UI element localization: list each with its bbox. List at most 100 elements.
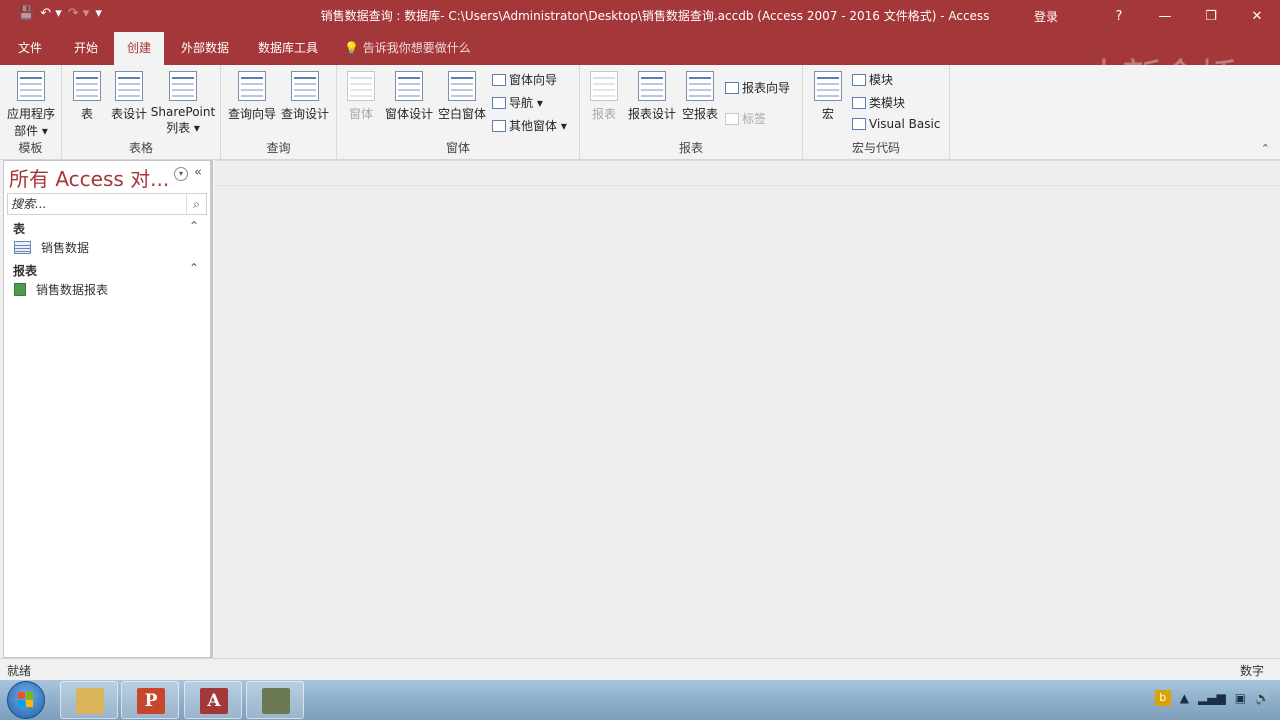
- app-icon: [262, 688, 290, 714]
- sharepoint-lists-button[interactable]: SharePoint 列表 ▾: [150, 71, 216, 136]
- table-button[interactable]: 表: [70, 71, 104, 122]
- system-tray: b ▲ ▂▄▆ ▣ 🔊: [1154, 690, 1270, 706]
- group-label-templates: 模板: [18, 141, 43, 155]
- taskbar-powerpoint[interactable]: P: [121, 681, 179, 719]
- more-forms-button[interactable]: 其他窗体 ▾: [492, 117, 567, 134]
- table-design-button[interactable]: 表设计: [108, 71, 150, 122]
- visual-basic-button[interactable]: Visual Basic: [852, 117, 940, 131]
- tab-home[interactable]: 开始: [61, 32, 111, 65]
- collapse-section-icon[interactable]: ⌃: [189, 261, 199, 275]
- status-bar: 就绪 数字: [0, 658, 1280, 680]
- taskbar: P A b ▲ ▂▄▆ ▣ 🔊: [0, 680, 1280, 720]
- tab-external-data[interactable]: 外部数据: [168, 32, 242, 65]
- group-templates: 应用程序 部件 ▾ 模板: [0, 65, 62, 160]
- navigation-icon: [492, 96, 506, 109]
- collapse-section-icon[interactable]: ⌃: [189, 219, 199, 233]
- device-icon[interactable]: ▣: [1235, 691, 1246, 705]
- nav-item-sales-data-report[interactable]: 销售数据报表: [14, 280, 108, 298]
- navigation-button[interactable]: 导航 ▾: [492, 94, 543, 111]
- help-button[interactable]: ?: [1096, 9, 1142, 24]
- document-workspace: [215, 160, 1280, 658]
- tray-app-icon[interactable]: b: [1154, 690, 1171, 706]
- group-queries: 查询向导 查询设计 查询: [221, 65, 337, 160]
- nav-search-input[interactable]: [8, 194, 184, 214]
- labels-icon: [725, 112, 739, 125]
- collapse-ribbon-icon[interactable]: ⌃: [1261, 142, 1270, 155]
- nav-item-label: 销售数据报表: [36, 282, 109, 297]
- title-bar: 💾 ↶ ▾ ↷ ▾ ▾ 销售数据查询 : 数据库- C:\Users\Admin…: [0, 0, 1280, 32]
- form-wizard-button[interactable]: 窗体向导: [492, 71, 557, 88]
- minimize-button[interactable]: —: [1142, 9, 1188, 24]
- signin-link[interactable]: 登录: [1034, 8, 1058, 25]
- query-design-button[interactable]: 查询设计: [279, 71, 331, 122]
- blank-form-icon: [448, 71, 476, 101]
- nav-search-box: ⌕: [7, 193, 207, 215]
- section-tables[interactable]: 表 ⌃: [4, 219, 209, 237]
- group-tables: 表 表设计 SharePoint 列表 ▾ 表格: [62, 65, 221, 160]
- report-design-button[interactable]: 报表设计: [626, 71, 678, 122]
- query-wizard-button[interactable]: 查询向导: [226, 71, 278, 122]
- class-module-button[interactable]: 类模块: [852, 94, 905, 111]
- class-module-icon: [852, 96, 866, 109]
- tab-file[interactable]: 文件: [5, 32, 55, 65]
- tell-me-search[interactable]: 💡 告诉我你想要做什么: [344, 32, 471, 65]
- report-icon: [14, 282, 26, 296]
- nav-pane-title[interactable]: 所有 Access 对...: [9, 163, 169, 192]
- group-forms: 窗体 窗体设计 空白窗体 窗体向导 导航 ▾ 其他窗体 ▾ 窗体: [337, 65, 580, 160]
- query-design-icon: [291, 71, 319, 101]
- status-text: 就绪: [7, 664, 32, 678]
- application-parts-button[interactable]: 应用程序 部件 ▾: [4, 71, 58, 139]
- taskbar-access[interactable]: A: [184, 681, 242, 719]
- close-button[interactable]: ✕: [1234, 9, 1280, 24]
- taskbar-other-app[interactable]: [246, 681, 304, 719]
- tab-create[interactable]: 创建: [114, 32, 165, 65]
- ribbon: 应用程序 部件 ▾ 模板 表 表设计 SharePoint 列表 ▾ 表格 查询…: [0, 65, 1280, 160]
- form-design-button[interactable]: 窗体设计: [383, 71, 435, 122]
- visual-basic-icon: [852, 118, 866, 130]
- nav-dropdown-icon[interactable]: ▾: [174, 167, 188, 181]
- query-wizard-icon: [238, 71, 266, 101]
- section-header-tables: 表: [13, 222, 26, 236]
- report-wizard-button[interactable]: 报表向导: [725, 79, 790, 96]
- module-button[interactable]: 模块: [852, 71, 893, 88]
- report-wizard-icon: [725, 81, 739, 94]
- section-header-reports: 报表: [13, 264, 38, 278]
- search-icon[interactable]: ⌕: [186, 194, 206, 214]
- group-label-forms: 窗体: [445, 141, 470, 155]
- table-icon: [14, 240, 31, 254]
- ribbon-tabs: 文件 开始 创建 外部数据 数据库工具 💡 告诉我你想要做什么 中新金桥: [0, 32, 1280, 102]
- nav-item-label: 销售数据: [41, 240, 90, 255]
- section-reports[interactable]: 报表 ⌃: [4, 261, 209, 279]
- sharepoint-list-icon: [169, 71, 197, 101]
- report-icon: [590, 71, 618, 101]
- document-tab-strip: [215, 161, 1280, 186]
- group-label-macros-code: 宏与代码: [851, 141, 900, 155]
- group-label-reports: 报表: [678, 141, 703, 155]
- blank-report-button[interactable]: 空报表: [680, 71, 720, 122]
- report-button[interactable]: 报表: [586, 71, 622, 122]
- signal-icon[interactable]: ▂▄▆: [1198, 691, 1226, 705]
- shutter-bar-close-icon[interactable]: «: [194, 165, 202, 180]
- form-button[interactable]: 窗体: [343, 71, 379, 122]
- start-button[interactable]: [7, 681, 45, 719]
- report-design-icon: [638, 71, 666, 101]
- navigation-pane: 所有 Access 对... ▾ « ⌕ 表 ⌃ 销售数据 报表 ⌃ 销售数据报…: [3, 160, 213, 658]
- macro-button[interactable]: 宏: [811, 71, 845, 122]
- application-parts-icon: [17, 71, 45, 101]
- taskbar-file-explorer[interactable]: [60, 681, 118, 719]
- module-icon: [852, 73, 866, 86]
- blank-report-icon: [686, 71, 714, 101]
- labels-button[interactable]: 标签: [725, 110, 766, 127]
- group-macros-code: 宏 模块 类模块 Visual Basic 宏与代码: [803, 65, 950, 160]
- num-lock-indicator: 数字: [1239, 664, 1264, 678]
- group-label-queries: 查询: [266, 141, 291, 155]
- volume-icon[interactable]: 🔊: [1255, 691, 1270, 705]
- blank-form-button[interactable]: 空白窗体: [436, 71, 488, 122]
- nav-item-sales-data-table[interactable]: 销售数据: [14, 238, 89, 256]
- macro-icon: [814, 71, 842, 101]
- restore-button[interactable]: ❐: [1188, 9, 1234, 24]
- folder-icon: [76, 688, 104, 714]
- tab-database-tools[interactable]: 数据库工具: [245, 32, 331, 65]
- form-icon: [347, 71, 375, 101]
- tray-overflow-arrow-icon[interactable]: ▲: [1180, 691, 1189, 705]
